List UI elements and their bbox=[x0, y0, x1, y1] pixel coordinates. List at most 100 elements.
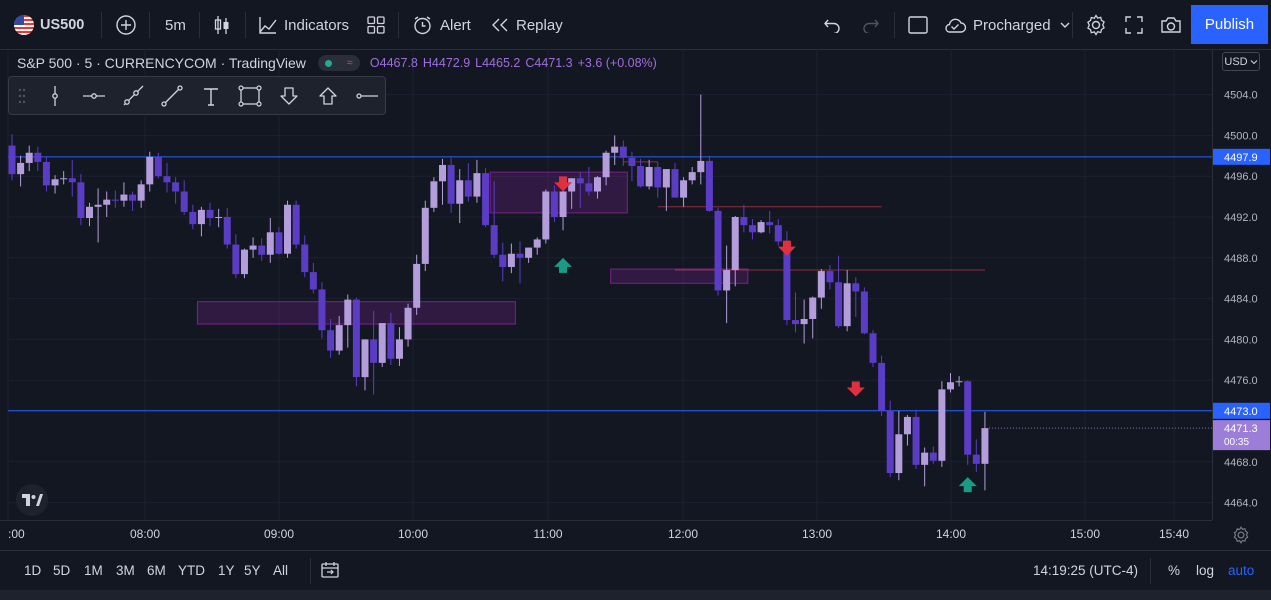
candle-body bbox=[576, 178, 584, 184]
horizontal-line-tool[interactable] bbox=[350, 77, 384, 114]
candle-body bbox=[903, 416, 911, 435]
range-button-ytd[interactable]: YTD bbox=[178, 551, 205, 589]
chart-area[interactable]: 4504.0 4500.0 4496.0 4492.0 4488.0 4484.0 4480… bbox=[0, 50, 1271, 550]
alert-button[interactable]: Alert bbox=[412, 0, 471, 50]
legend-title: S&P 500 · 5 · CURRENCYCOM · TradingView bbox=[17, 55, 306, 71]
range-button-all[interactable]: All bbox=[273, 551, 288, 589]
candle-body bbox=[370, 339, 378, 363]
camera-icon bbox=[1161, 17, 1181, 33]
candle-body bbox=[327, 330, 335, 351]
chart-type-button[interactable] bbox=[212, 0, 232, 50]
symbol-search[interactable]: US500 bbox=[14, 0, 84, 50]
range-button-6m[interactable]: 6M bbox=[147, 551, 166, 589]
range-button-3m[interactable]: 3M bbox=[116, 551, 135, 589]
buy-arrow-marker bbox=[958, 477, 977, 493]
auto-scale-toggle[interactable]: auto bbox=[1228, 551, 1254, 589]
drawing-toolbar bbox=[8, 76, 386, 115]
chart-settings-button[interactable] bbox=[1232, 526, 1252, 546]
tradingview-logo[interactable] bbox=[16, 484, 48, 516]
redo-button[interactable] bbox=[862, 0, 880, 50]
alarm-clock-icon bbox=[414, 15, 431, 34]
fullscreen-layout-button[interactable] bbox=[907, 0, 929, 50]
trend-line-tool[interactable] bbox=[155, 77, 189, 114]
compare-symbol-button[interactable] bbox=[115, 0, 137, 50]
arrow-up-tool[interactable] bbox=[311, 77, 345, 114]
layout-save-button[interactable]: Procharged bbox=[943, 0, 1071, 50]
candle-body bbox=[628, 157, 636, 166]
currency-label: USD bbox=[1224, 55, 1248, 68]
market-status-pill[interactable]: ≈ bbox=[317, 55, 360, 71]
horizontal-ray-tool[interactable] bbox=[77, 77, 111, 114]
candle-body bbox=[111, 199, 119, 201]
candle-body bbox=[215, 217, 223, 219]
candle-body bbox=[206, 209, 214, 219]
rectangle-tool[interactable] bbox=[233, 77, 267, 114]
vertical-line-tool[interactable] bbox=[38, 77, 72, 114]
candle-body bbox=[860, 291, 868, 334]
price-tick-label: 4480.0 bbox=[1224, 334, 1258, 346]
time-tick-label: :00 bbox=[8, 527, 25, 541]
plus-circle-icon bbox=[116, 15, 136, 35]
log-scale-toggle[interactable]: log bbox=[1196, 551, 1214, 589]
drag-handle[interactable] bbox=[9, 77, 35, 114]
fullscreen-button[interactable] bbox=[1124, 0, 1144, 50]
candle-body bbox=[766, 222, 774, 226]
candle-body bbox=[240, 249, 248, 275]
arrow-down-tool[interactable] bbox=[272, 77, 306, 114]
interval-label: 5m bbox=[165, 16, 186, 34]
alert-label: Alert bbox=[440, 16, 471, 34]
candle-body bbox=[352, 299, 360, 378]
candle-body bbox=[249, 245, 257, 250]
time-tick-label: 10:00 bbox=[398, 527, 428, 541]
range-button-1y[interactable]: 1Y bbox=[218, 551, 235, 589]
time-tick-label: 14:00 bbox=[936, 527, 966, 541]
candle-body bbox=[404, 307, 412, 340]
last-price-text: 4471.3 bbox=[1224, 423, 1258, 435]
candle-body bbox=[593, 177, 601, 192]
candle-body bbox=[464, 180, 472, 197]
candle-body bbox=[77, 182, 85, 219]
candle-body bbox=[25, 152, 33, 163]
ray-tool[interactable] bbox=[116, 77, 150, 114]
publish-label: Publish bbox=[1204, 16, 1255, 33]
currency-button[interactable]: USD bbox=[1222, 52, 1260, 71]
candle-body bbox=[929, 452, 937, 461]
candle-body bbox=[34, 152, 42, 162]
candle-body bbox=[542, 191, 550, 240]
price-tick-label: 4496.0 bbox=[1224, 171, 1258, 183]
range-button-1m[interactable]: 1M bbox=[84, 551, 103, 589]
candle-body bbox=[955, 381, 963, 383]
arrow-down-icon bbox=[280, 86, 298, 105]
price-chart[interactable]: 4504.0 4500.0 4496.0 4492.0 4488.0 4484.0 4480… bbox=[0, 50, 1271, 550]
candle-body bbox=[456, 180, 464, 204]
interval-button[interactable]: 5m bbox=[165, 0, 186, 50]
undo-button[interactable] bbox=[823, 0, 841, 50]
settings-button[interactable] bbox=[1085, 0, 1107, 50]
indicators-button[interactable]: Indicators bbox=[258, 0, 349, 50]
candle-body bbox=[714, 210, 722, 291]
sell-arrow-marker bbox=[846, 381, 865, 397]
candle-body bbox=[60, 178, 68, 180]
snapshot-button[interactable] bbox=[1159, 0, 1183, 50]
publish-button[interactable]: Publish bbox=[1191, 5, 1268, 44]
price-label-text: 4473.0 bbox=[1224, 406, 1258, 418]
range-button-5y[interactable]: 5Y bbox=[244, 551, 261, 589]
candle-body bbox=[671, 169, 679, 198]
text-tool[interactable] bbox=[194, 77, 228, 114]
candle-body bbox=[611, 146, 619, 153]
clock-label: 14:19:25 (UTC-4) bbox=[1033, 562, 1139, 578]
candle-body bbox=[335, 325, 343, 351]
templates-button[interactable] bbox=[366, 0, 386, 50]
candles bbox=[8, 94, 989, 491]
range-button-5d[interactable]: 5D bbox=[53, 551, 70, 589]
range-button-1d[interactable]: 1D bbox=[24, 551, 41, 589]
timezone-clock[interactable]: 14:19:25 (UTC-4) bbox=[1033, 551, 1138, 589]
candle-body bbox=[835, 282, 843, 327]
candle-body bbox=[878, 362, 886, 411]
replay-label: Replay bbox=[516, 16, 563, 34]
goto-date-button[interactable] bbox=[320, 551, 340, 589]
percent-scale-toggle[interactable]: % bbox=[1168, 551, 1180, 589]
candle-body bbox=[137, 184, 145, 201]
replay-button[interactable]: Replay bbox=[491, 0, 563, 50]
candle-body bbox=[774, 225, 782, 242]
